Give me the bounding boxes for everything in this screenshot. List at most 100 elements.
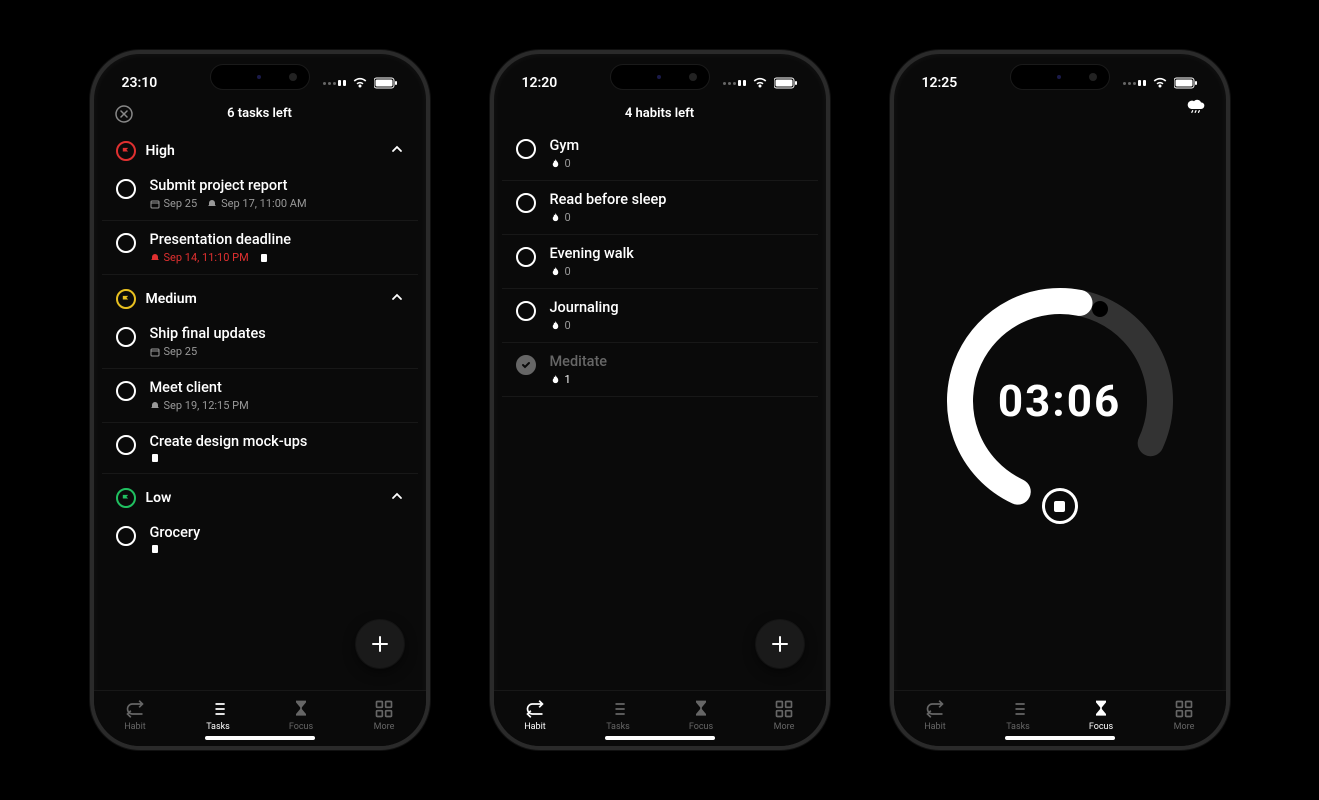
habit-checkbox[interactable]	[516, 193, 536, 213]
habit-icon	[125, 699, 145, 719]
close-button[interactable]	[114, 104, 134, 124]
task-meta: Sep 25 Sep 17, 11:00 AM	[150, 197, 404, 210]
add-button[interactable]	[756, 620, 804, 668]
tab-more[interactable]: More	[1154, 699, 1214, 732]
task-title: Submit project report	[150, 177, 404, 194]
flame-icon: 0	[550, 211, 571, 224]
stop-button[interactable]	[1042, 488, 1078, 524]
note-icon	[150, 453, 160, 463]
plus-icon	[370, 634, 390, 654]
habit-row[interactable]: Evening walk 0	[502, 235, 818, 289]
section-low[interactable]: Low	[102, 474, 418, 514]
tasks-icon	[208, 699, 228, 719]
task-title: Create design mock-ups	[150, 433, 404, 450]
tasks-list[interactable]: High Submit project report Sep 25 Sep 17…	[94, 127, 426, 690]
habit-checkbox[interactable]	[516, 355, 536, 375]
tab-more[interactable]: More	[354, 699, 414, 732]
task-checkbox[interactable]	[116, 233, 136, 253]
task-meta: Sep 19, 12:15 PM	[150, 399, 404, 412]
more-icon	[1174, 699, 1194, 719]
task-title: Grocery	[150, 524, 404, 541]
tab-focus[interactable]: Focus	[671, 699, 731, 732]
tab-tasks[interactable]: Tasks	[988, 699, 1048, 732]
habit-row[interactable]: Read before sleep 0	[502, 181, 818, 235]
task-meta	[150, 544, 404, 554]
habit-row[interactable]: Meditate 1	[502, 343, 818, 397]
status-right	[323, 77, 398, 89]
tab-habit[interactable]: Habit	[105, 699, 165, 732]
notch	[610, 64, 710, 90]
section-medium[interactable]: Medium	[102, 275, 418, 315]
tab-habit[interactable]: Habit	[905, 699, 965, 732]
task-row[interactable]: Create design mock-ups	[102, 423, 418, 474]
habit-title: Read before sleep	[550, 191, 804, 208]
habit-icon	[525, 699, 545, 719]
task-row[interactable]: Grocery	[102, 514, 418, 564]
home-indicator[interactable]	[205, 736, 315, 740]
habits-header: 4 habits left	[494, 98, 826, 127]
wifi-icon	[752, 77, 768, 89]
habit-title: Evening walk	[550, 245, 804, 262]
header-title: 4 habits left	[625, 106, 694, 121]
check-icon	[520, 359, 532, 371]
habits-list[interactable]: Gym 0 Read before sleep 0	[494, 127, 826, 690]
task-title: Meet client	[150, 379, 404, 396]
flag-icon	[116, 289, 136, 309]
focus-icon	[291, 699, 311, 719]
plus-icon	[770, 634, 790, 654]
focus-icon	[1091, 699, 1111, 719]
task-meta	[150, 453, 404, 463]
tab-tasks[interactable]: Tasks	[188, 699, 248, 732]
chevron-up-icon	[390, 290, 404, 308]
habit-checkbox[interactable]	[516, 139, 536, 159]
habit-row[interactable]: Gym 0	[502, 127, 818, 181]
habit-checkbox[interactable]	[516, 247, 536, 267]
home-indicator[interactable]	[605, 736, 715, 740]
task-checkbox[interactable]	[116, 179, 136, 199]
habits-phone: 12:20 4 habits left Gym 0	[490, 50, 830, 750]
add-button[interactable]	[356, 620, 404, 668]
task-row[interactable]: Presentation deadline Sep 14, 11:10 PM	[102, 221, 418, 275]
flame-icon: 0	[550, 319, 571, 332]
calendar-icon: Sep 25	[150, 345, 198, 358]
wifi-icon	[1152, 77, 1168, 89]
tasks-icon	[1008, 699, 1028, 719]
timer-ring[interactable]: 03:06	[935, 276, 1185, 526]
habit-row[interactable]: Journaling 0	[502, 289, 818, 343]
section-high[interactable]: High	[102, 127, 418, 167]
battery-icon	[374, 77, 398, 89]
tab-focus[interactable]: Focus	[271, 699, 331, 732]
task-row[interactable]: Ship final updates Sep 25	[102, 315, 418, 369]
battery-icon	[774, 77, 798, 89]
section-label: Low	[146, 490, 172, 506]
habit-checkbox[interactable]	[516, 301, 536, 321]
tab-more[interactable]: More	[754, 699, 814, 732]
tab-habit[interactable]: Habit	[505, 699, 565, 732]
focus-header	[894, 98, 1226, 112]
tab-focus[interactable]: Focus	[1071, 699, 1131, 732]
focus-icon	[691, 699, 711, 719]
task-row[interactable]: Submit project report Sep 25 Sep 17, 11:…	[102, 167, 418, 221]
flame-icon: 0	[550, 157, 571, 170]
task-checkbox[interactable]	[116, 526, 136, 546]
flame-icon: 0	[550, 265, 571, 278]
habit-meta: 0	[550, 157, 804, 170]
task-checkbox[interactable]	[116, 435, 136, 455]
more-icon	[374, 699, 394, 719]
tab-tasks[interactable]: Tasks	[588, 699, 648, 732]
wifi-icon	[352, 77, 368, 89]
bell-icon: Sep 14, 11:10 PM	[150, 251, 249, 264]
section-label: Medium	[146, 291, 197, 307]
task-title: Presentation deadline	[150, 231, 404, 248]
timer-value: 03:06	[998, 375, 1121, 427]
home-indicator[interactable]	[1005, 736, 1115, 740]
habit-title: Gym	[550, 137, 804, 154]
habit-meta: 0	[550, 211, 804, 224]
notch	[1010, 64, 1110, 90]
habit-title: Meditate	[550, 353, 804, 370]
task-row[interactable]: Meet client Sep 19, 12:15 PM	[102, 369, 418, 423]
bell-icon: Sep 17, 11:00 AM	[207, 197, 306, 210]
signal-icon	[1123, 80, 1146, 86]
task-checkbox[interactable]	[116, 381, 136, 401]
task-checkbox[interactable]	[116, 327, 136, 347]
